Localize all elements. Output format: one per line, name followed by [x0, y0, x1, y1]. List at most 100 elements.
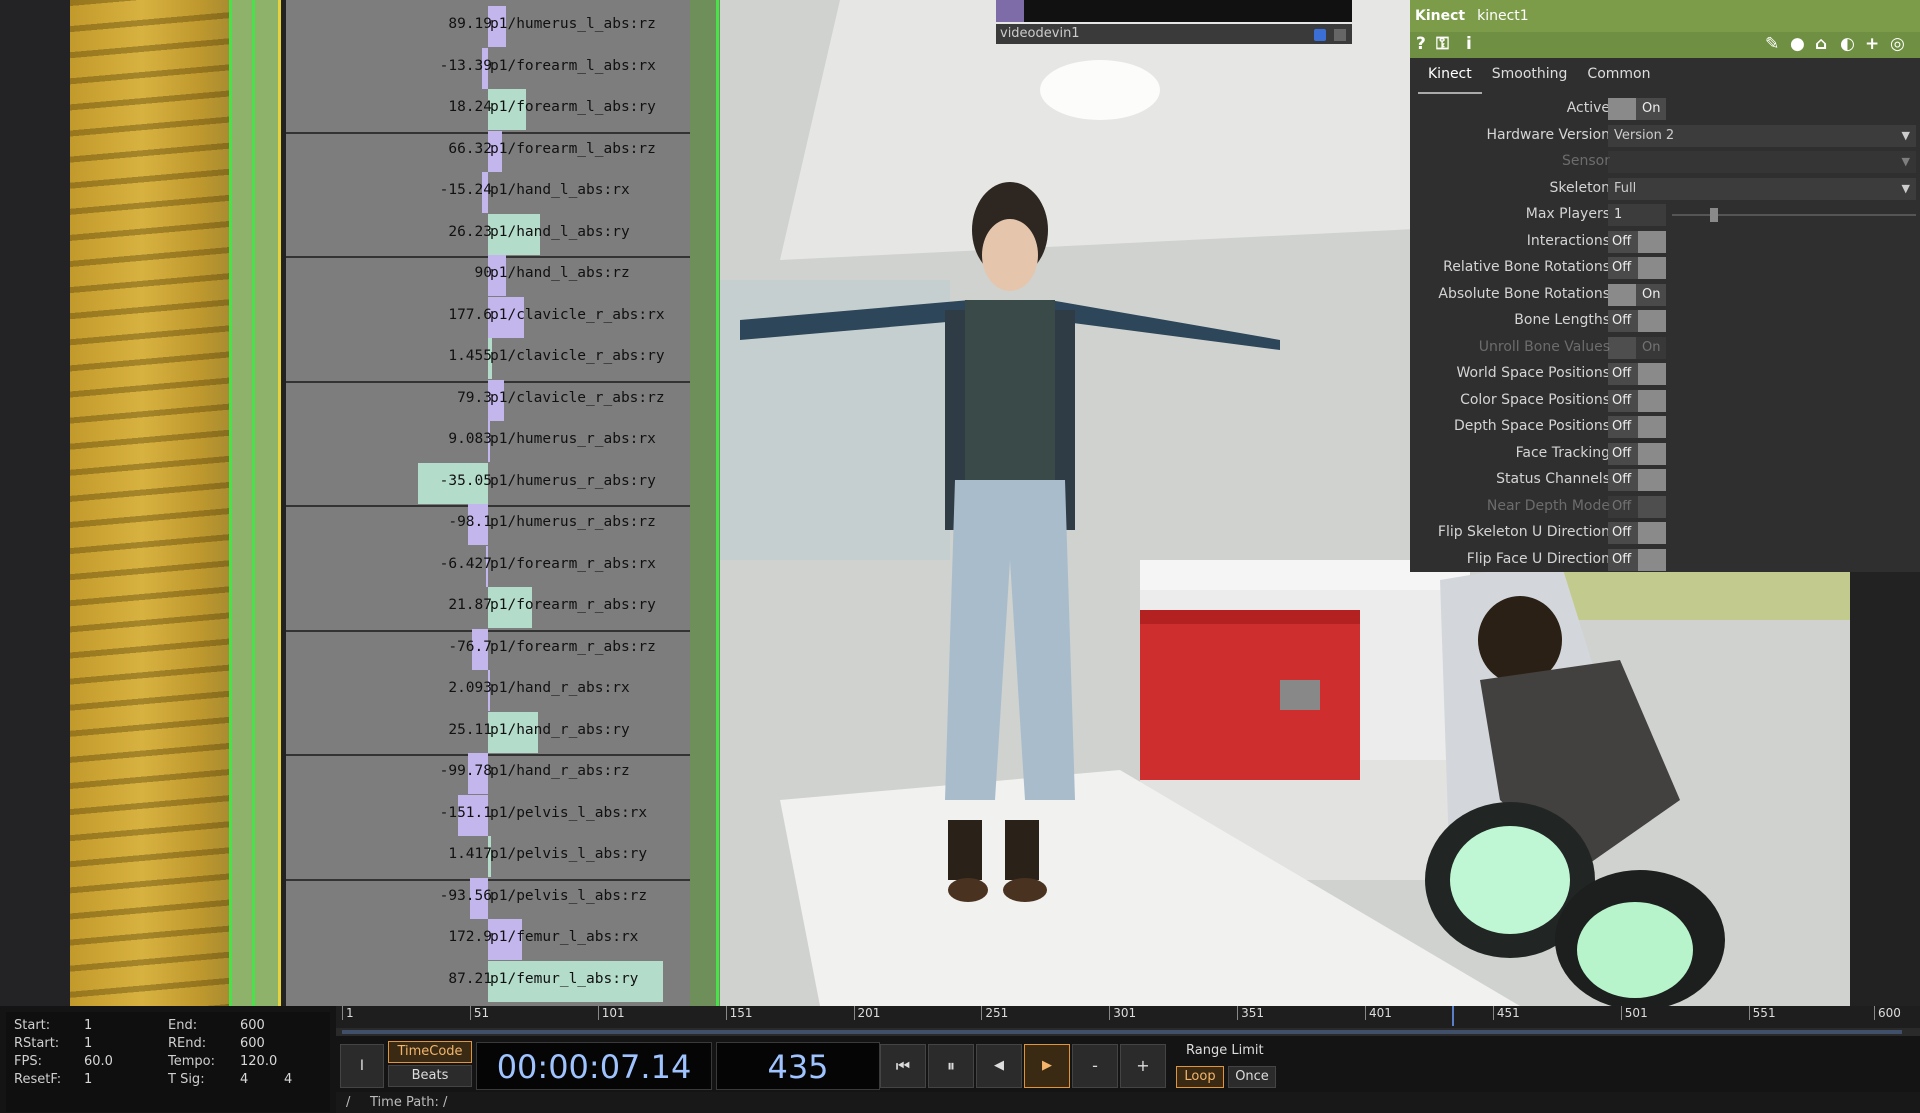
parameter-row: World Space Positions Off [1410, 361, 1920, 387]
play-button[interactable]: ▶ [1024, 1044, 1070, 1088]
comment-icon[interactable]: ● [1790, 34, 1805, 54]
channel-row[interactable]: 21.87 p1/forearm_r_abs:ry [286, 587, 690, 628]
toggle-state: Off [1612, 392, 1632, 408]
toggle-knob [1638, 495, 1666, 518]
parameter-toggle[interactable]: On [1608, 283, 1666, 306]
timeline-playhead[interactable] [1451, 1006, 1454, 1026]
python-help-icon[interactable]: ⚿ [1436, 34, 1449, 54]
tab-smoothing[interactable]: Smoothing [1482, 64, 1578, 94]
start-value[interactable]: 1 [84, 1018, 92, 1033]
video-node-label[interactable]: videodevin1 [996, 24, 1352, 44]
beats-button[interactable]: Beats [388, 1065, 472, 1087]
once-button[interactable]: Once [1228, 1066, 1276, 1088]
loop-button[interactable]: Loop [1176, 1066, 1224, 1088]
parameter-toggle[interactable]: Off [1608, 363, 1666, 385]
frame-display[interactable]: 435 [716, 1042, 880, 1090]
info-icon[interactable]: i [1466, 34, 1472, 54]
fps-value[interactable]: 60.0 [84, 1054, 113, 1069]
timecode-display[interactable]: 00:00:07.14 [476, 1042, 712, 1090]
tag-icon[interactable]: ⌂ [1815, 34, 1827, 54]
parameter-toggle[interactable]: Off [1608, 442, 1666, 465]
channel-row[interactable]: 2.093 p1/hand_r_abs:rx [286, 670, 690, 711]
max-players-slider-track[interactable] [1672, 214, 1916, 216]
channel-row[interactable]: 26.23 p1/hand_l_abs:ry [286, 213, 690, 255]
tab-kinect[interactable]: Kinect [1418, 64, 1482, 94]
rewind-button[interactable]: ⏮ [880, 1044, 926, 1088]
parameter-toggle[interactable]: Off [1608, 469, 1666, 491]
tsig-denominator[interactable]: 4 [284, 1072, 292, 1087]
parameter-row: Absolute Bone Rotations On [1410, 282, 1920, 308]
parameter-row: Unroll Bone Values On [1410, 335, 1920, 361]
parameter-toggle[interactable]: Off [1608, 257, 1666, 279]
channel-row[interactable]: -13.39 p1/forearm_l_abs:rx [286, 47, 690, 89]
channel-row[interactable]: 177.6 p1/clavicle_r_abs:rx [286, 296, 690, 338]
parameter-toggle[interactable]: On [1608, 98, 1666, 120]
time-path-label[interactable]: Time Path: / [370, 1092, 447, 1113]
channel-row[interactable]: -35.05 p1/humerus_r_abs:ry [286, 462, 690, 504]
operator-name-field[interactable]: kinect1 [1477, 8, 1529, 24]
timeline-expand-button[interactable]: I [340, 1044, 384, 1088]
parameter-dropdown[interactable]: Full ▼ [1608, 177, 1916, 200]
channel-row[interactable]: 89.19 p1/humerus_l_abs:rz [286, 6, 690, 47]
channel-name: p1/hand_l_abs:rz [490, 265, 630, 281]
timeline-tick-label: 251 [981, 1006, 1008, 1020]
timeline-tick-label: 51 [469, 1006, 489, 1020]
edit-icon[interactable]: ✎ [1765, 34, 1779, 54]
parameter-toggle[interactable]: Off [1608, 522, 1666, 544]
channel-row[interactable]: 1.417 p1/pelvis_l_abs:ry [286, 836, 690, 877]
parameter-toggle[interactable]: Off [1608, 416, 1666, 438]
channel-row[interactable]: -151.1 p1/pelvis_l_abs:rx [286, 794, 690, 836]
parameter-toggle[interactable]: Off [1608, 230, 1666, 253]
timecode-button[interactable]: TimeCode [388, 1041, 472, 1063]
channel-row[interactable]: 9.083 p1/humerus_r_abs:rx [286, 421, 690, 462]
python-icon[interactable]: ◐ [1840, 34, 1855, 54]
parameter-toggle[interactable]: Off [1608, 310, 1666, 332]
parameter-dropdown[interactable]: Version 2 ▼ [1608, 124, 1916, 147]
decrement-button[interactable]: - [1072, 1044, 1118, 1088]
range-slider[interactable] [336, 1028, 1920, 1036]
rstart-value[interactable]: 1 [84, 1036, 92, 1051]
channel-row[interactable]: 66.32 p1/forearm_l_abs:rz [286, 130, 690, 172]
tempo-value[interactable]: 120.0 [240, 1054, 277, 1069]
max-players-slider-handle[interactable] [1710, 208, 1718, 222]
channel-row[interactable]: 1.455 p1/clavicle_r_abs:ry [286, 338, 690, 379]
channel-row[interactable]: 172.9 p1/femur_l_abs:rx [286, 919, 690, 960]
video-node-header[interactable] [996, 0, 1352, 22]
channel-row[interactable]: -99.78 p1/hand_r_abs:rz [286, 753, 690, 794]
timeline-ruler[interactable]: 1 51 101 151 201 251 301 351 401 451 501 551 600 [336, 1006, 1920, 1028]
pause-button[interactable]: ⏸ [928, 1044, 974, 1088]
channel-row[interactable]: -15.24 p1/hand_l_abs:rx [286, 172, 690, 213]
parameter-toggle[interactable]: Off [1608, 389, 1666, 412]
tab-common[interactable]: Common [1577, 64, 1660, 94]
tsig-numerator[interactable]: 4 [240, 1072, 248, 1087]
help-icon[interactable]: ? [1416, 34, 1426, 54]
parameter-toggle[interactable]: Off [1608, 548, 1666, 571]
expand-icon[interactable] [1334, 29, 1346, 41]
channel-row[interactable]: -98.1 p1/humerus_r_abs:rz [286, 504, 690, 545]
viewer-toggle-icon[interactable] [1314, 29, 1326, 41]
add-icon[interactable]: + [1865, 34, 1879, 54]
channel-name: p1/forearm_l_abs:ry [490, 99, 656, 115]
step-back-button[interactable]: ◀ [976, 1044, 1022, 1088]
channel-row[interactable]: -93.56 p1/pelvis_l_abs:rz [286, 877, 690, 919]
channel-row[interactable]: -76.7 p1/forearm_r_abs:rz [286, 628, 690, 670]
resetf-label: ResetF: [14, 1072, 62, 1087]
rend-value[interactable]: 600 [240, 1036, 265, 1051]
channel-row[interactable]: 25.11 p1/hand_r_abs:ry [286, 711, 690, 753]
resetf-value[interactable]: 1 [84, 1072, 92, 1087]
increment-button[interactable]: + [1120, 1044, 1166, 1088]
channel-name: p1/humerus_r_abs:ry [490, 472, 656, 489]
parameter-label: Flip Skeleton U Direction [1437, 524, 1610, 540]
channel-row[interactable]: 87.21 p1/femur_l_abs:ry [286, 960, 690, 1002]
settings-icon[interactable]: ◎ [1890, 34, 1905, 54]
channel-row[interactable]: 90 p1/hand_l_abs:rz [286, 255, 690, 296]
parameter-label: Depth Space Positions [1453, 418, 1610, 434]
max-players-field[interactable]: 1 [1608, 204, 1666, 226]
end-value[interactable]: 600 [240, 1018, 265, 1033]
channel-name: p1/humerus_l_abs:rz [490, 16, 656, 32]
channel-row[interactable]: 18.24 p1/forearm_l_abs:ry [286, 89, 690, 130]
channel-row[interactable]: 79.3 p1/clavicle_r_abs:rz [286, 379, 690, 421]
range-slider-fill[interactable] [342, 1030, 1902, 1034]
timeline-tick-label: 551 [1748, 1006, 1776, 1020]
channel-row[interactable]: -6.427 p1/forearm_r_abs:rx [286, 545, 690, 587]
